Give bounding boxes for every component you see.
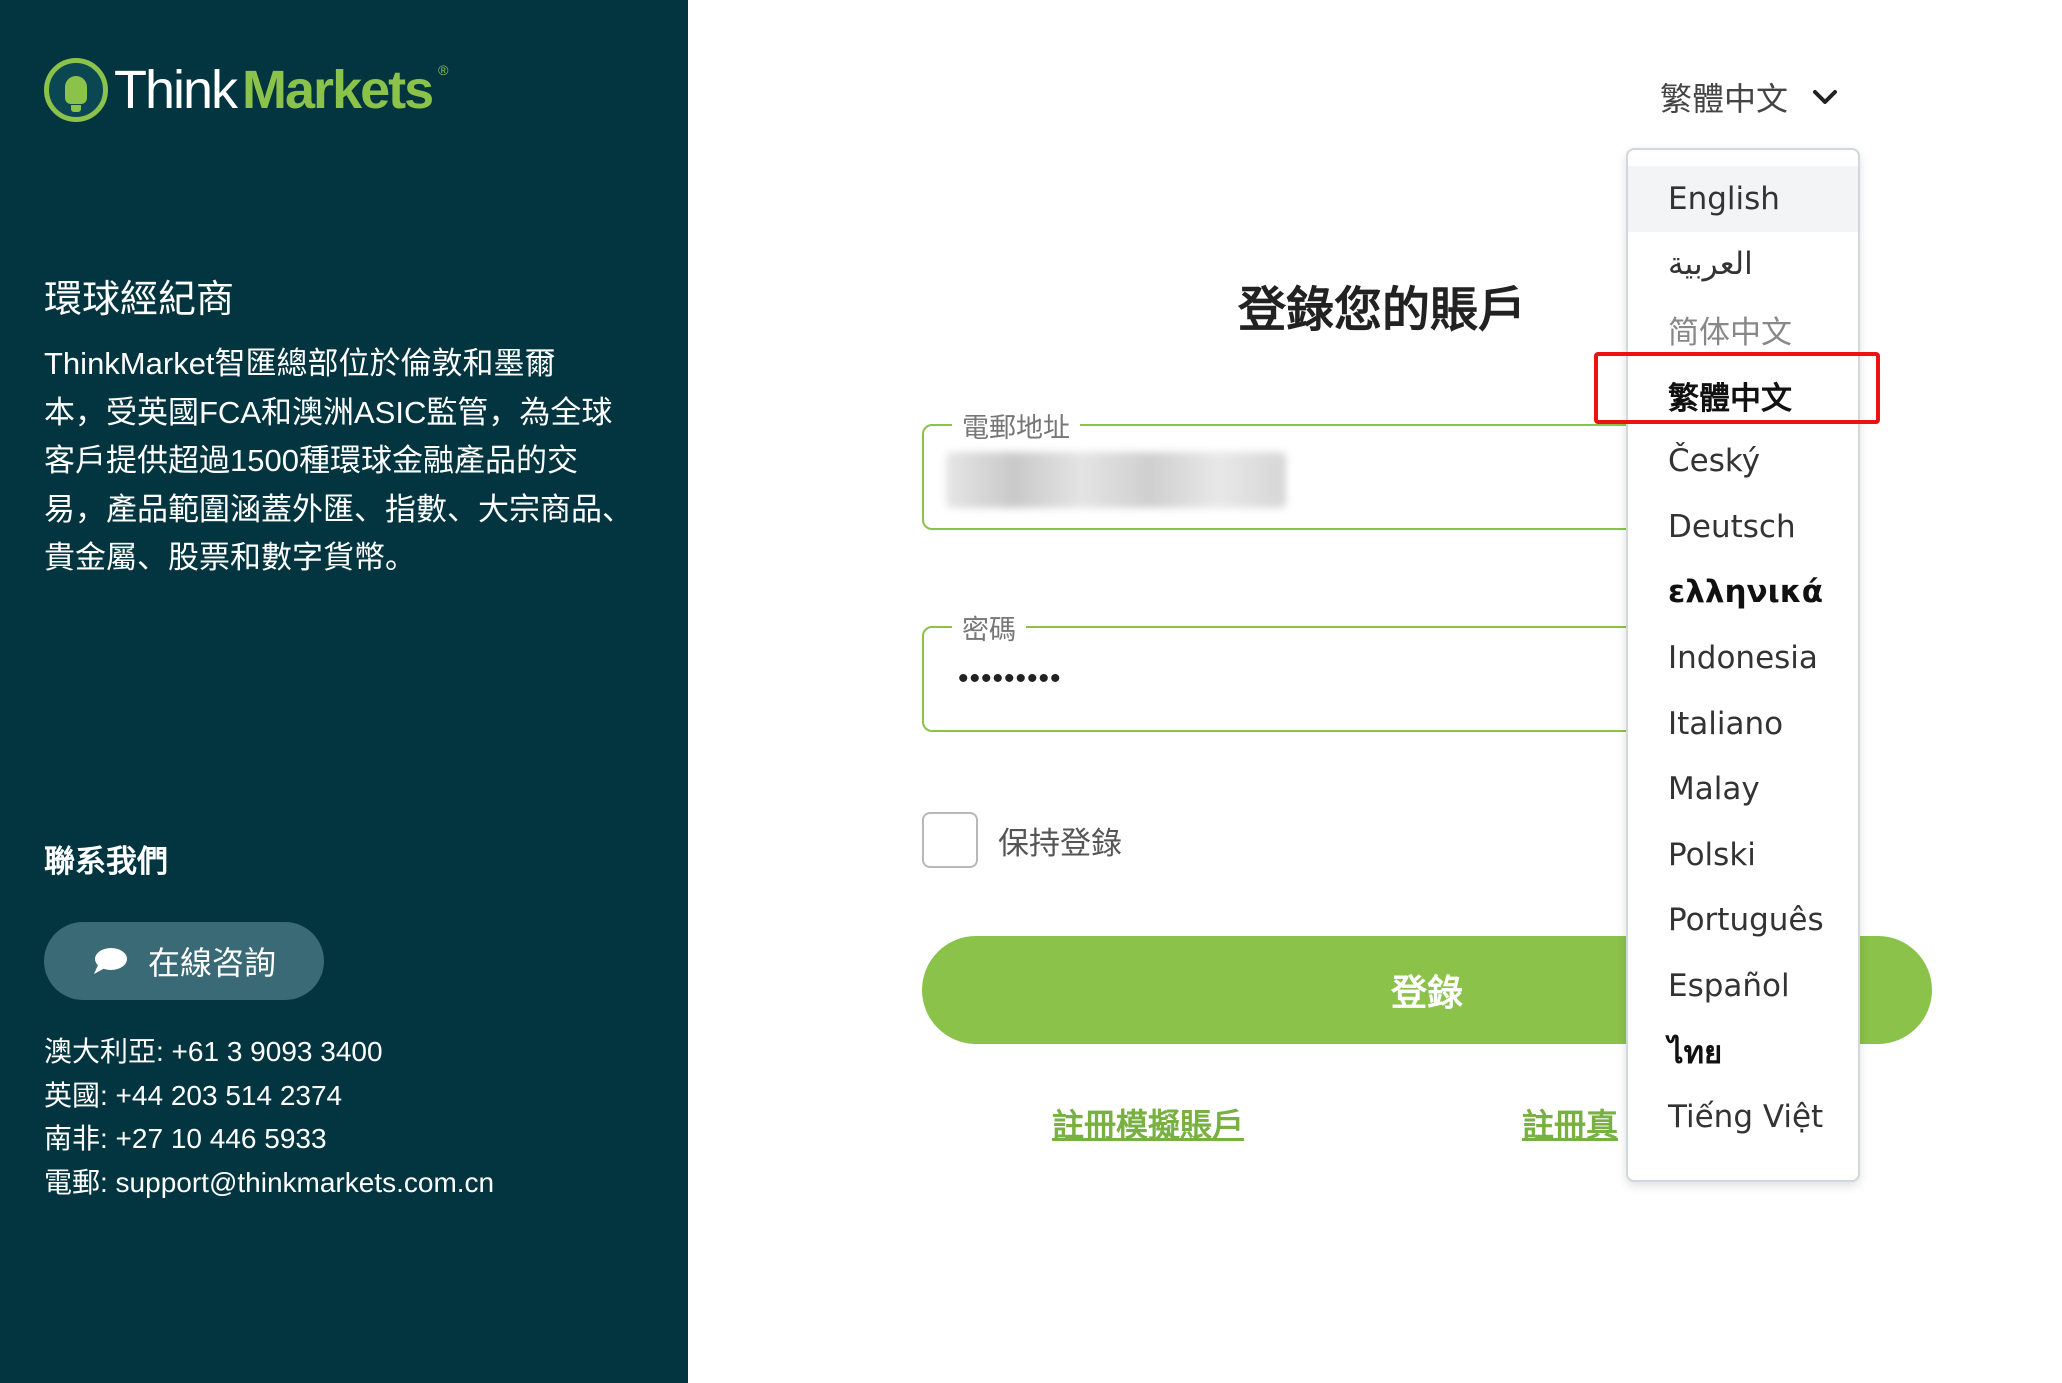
chat-bubble-icon [93, 948, 127, 974]
company-description: ThinkMarket智匯總部位於倫敦和墨爾 本，受英國FCA和澳洲ASIC監管… [44, 340, 644, 583]
register-demo-link[interactable]: 註冊模擬賬戶 [1052, 1100, 1244, 1146]
language-option-arabic[interactable]: العربية [1628, 232, 1858, 298]
language-dropdown-menu: English العربية 简体中文 繁體中文 Český Deutsch … [1626, 148, 1860, 1182]
live-chat-button[interactable]: 在線咨詢 [44, 922, 324, 1000]
language-option-english[interactable]: English [1628, 166, 1858, 232]
language-option-portuguese[interactable]: Português [1628, 888, 1858, 954]
contact-us-title: 聯系我們 [44, 844, 168, 879]
lightbulb-icon [44, 58, 108, 122]
remember-me-checkbox[interactable] [922, 812, 978, 868]
language-option-simplified-chinese[interactable]: 简体中文 [1628, 297, 1858, 363]
language-option-polish[interactable]: Polski [1628, 822, 1858, 888]
language-option-spanish[interactable]: Español [1628, 953, 1858, 1019]
chevron-down-icon [1813, 90, 1838, 104]
password-field[interactable]: 密碼 ••••••••• [922, 608, 1672, 732]
remember-me-label: 保持登錄 [998, 825, 1122, 861]
language-selector-label: 繁體中文 [1660, 81, 1789, 117]
language-option-malay[interactable]: Malay [1628, 756, 1858, 822]
sidebar-heading: 環球經紀商 [44, 279, 235, 321]
email-field[interactable]: 電郵地址 [922, 406, 1672, 530]
language-option-vietnamese[interactable]: Tiếng Việt [1628, 1084, 1858, 1150]
language-option-traditional-chinese[interactable]: 繁體中文 [1628, 363, 1858, 429]
password-field-label: 密碼 [952, 608, 1026, 647]
page-title: 登錄您的賬戶 [1238, 284, 1527, 337]
logo-markets-text: Markets [242, 60, 434, 120]
remember-me: 保持登錄 [922, 812, 1122, 868]
language-option-czech[interactable]: Český [1628, 428, 1858, 494]
register-real-link[interactable]: 註冊真 [1522, 1100, 1618, 1146]
language-selector[interactable]: 繁體中文 [1660, 74, 1838, 120]
sidebar: Think Markets ® 環球經紀商 ThinkMarket智匯總部位於倫敦和… [0, 0, 688, 1383]
language-option-thai[interactable]: ไทย [1628, 1019, 1858, 1085]
password-value: ••••••••• [958, 662, 1062, 695]
contact-south-africa: 南非: +27 10 446 5933 [44, 1123, 327, 1154]
contact-email[interactable]: 電郵: support@thinkmarkets.com.cn [44, 1161, 494, 1205]
contact-list: 澳大利亞: +61 3 9093 3400 英國: +44 203 514 23… [44, 1030, 494, 1204]
description-line: 客戶提供超過1500種環球金融產品的交 [44, 443, 578, 478]
description-line: ThinkMarket智匯總部位於倫敦和墨爾 [44, 346, 556, 381]
email-value-redacted [946, 452, 1286, 508]
email-field-label: 電郵地址 [952, 406, 1080, 445]
thinkmarkets-logo[interactable]: Think Markets ® [44, 56, 448, 124]
contact-australia: 澳大利亞: +61 3 9093 3400 [44, 1036, 383, 1067]
description-line: 易，產品範圍涵蓋外匯、指數、大宗商品、 [44, 491, 633, 527]
language-option-german[interactable]: Deutsch [1628, 494, 1858, 560]
language-option-indonesian[interactable]: Indonesia [1628, 625, 1858, 691]
live-chat-label: 在線咨詢 [147, 945, 276, 981]
description-line: 本，受英國FCA和澳洲ASIC監管，為全球 [44, 394, 613, 430]
login-button-label: 登錄 [1390, 972, 1463, 1013]
description-line: 貴金屬、股票和數字貨幣。 [44, 540, 416, 575]
language-option-italian[interactable]: Italiano [1628, 691, 1858, 757]
language-option-greek[interactable]: ελληνικά [1628, 560, 1858, 626]
logo-think-text: Think [114, 60, 238, 120]
registered-mark: ® [438, 62, 449, 78]
contact-uk: 英國: +44 203 514 2374 [44, 1079, 343, 1111]
